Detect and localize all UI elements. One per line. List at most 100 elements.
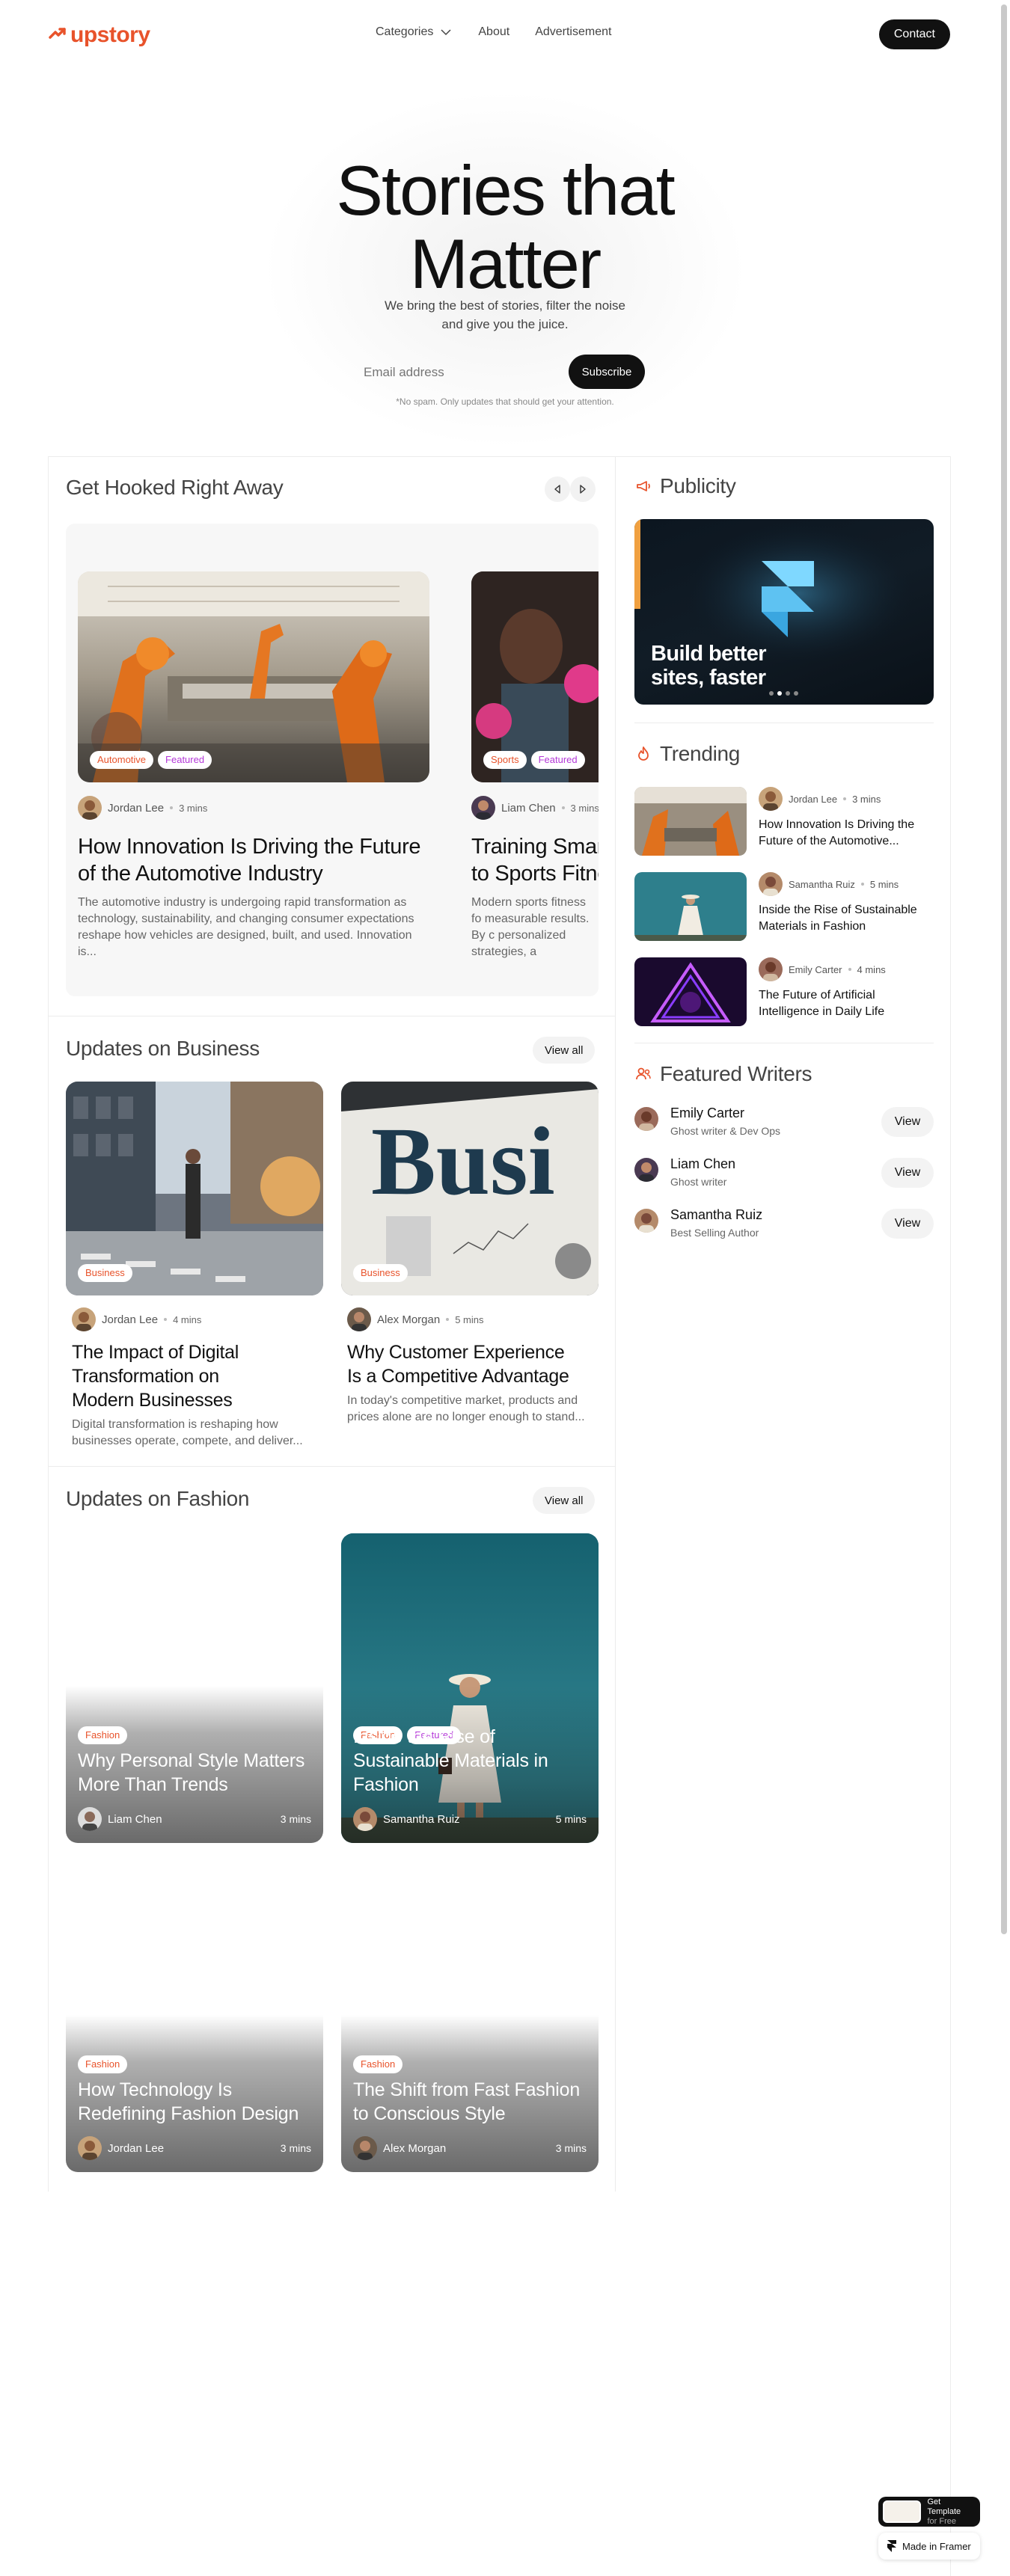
author-name[interactable]: Jordan Lee	[789, 794, 837, 805]
avatar	[353, 1807, 377, 1831]
section-divider	[48, 1466, 616, 1467]
get-template-label: Get Template	[927, 2497, 961, 2516]
carousel-next-button[interactable]	[570, 476, 596, 502]
avatar	[78, 2136, 102, 2160]
trending-item[interactable]: Emily Carter 4 mins The Future of Artifi…	[634, 957, 934, 1026]
author-name[interactable]: Jordan Lee	[108, 2142, 164, 2155]
logo-icon	[49, 28, 66, 39]
arrow-right-icon	[580, 485, 586, 494]
template-thumbnail	[883, 2500, 922, 2523]
avatar	[353, 2136, 377, 2160]
framer-icon	[887, 2540, 896, 2552]
nav-item-categories[interactable]: Categories	[376, 25, 453, 39]
view-writer-button[interactable]: View	[881, 1107, 934, 1137]
writer-row[interactable]: Liam Chen Ghost writer View	[634, 1156, 934, 1194]
subscribe-button[interactable]: Subscribe	[569, 355, 645, 389]
author-name[interactable]: Jordan Lee	[102, 1313, 158, 1326]
card-meta: Jordan Lee 3 mins	[78, 796, 207, 820]
writer-row[interactable]: Samantha Ruiz Best Selling Author View	[634, 1207, 934, 1245]
card-excerpt: Digital transformation is reshaping how …	[72, 1418, 303, 1447]
trending-title[interactable]: How Innovation Is Driving the Future of …	[759, 817, 934, 850]
card-tags: Fashion	[78, 2055, 132, 2073]
tag-fashion[interactable]: Fashion	[78, 1726, 128, 1744]
tag-sports[interactable]: Sports	[483, 751, 527, 769]
nav-item-advertisement[interactable]: Advertisement	[535, 25, 611, 39]
framer-promo-banner[interactable]: Build better sites, faster	[634, 519, 934, 705]
avatar	[634, 1107, 658, 1131]
view-writer-button[interactable]: View	[881, 1209, 934, 1239]
avatar	[759, 957, 783, 981]
chevron-down-icon	[441, 29, 451, 36]
tag-featured[interactable]: Featured	[158, 751, 212, 769]
card-title[interactable]: The Shift from Fast Fashion to Conscious…	[353, 2078, 585, 2126]
fashion-card[interactable]: Fashion Featured Inside the Rise of Susta…	[341, 1533, 599, 1843]
trending-item[interactable]: Jordan Lee 3 mins How Innovation Is Driv…	[634, 787, 934, 856]
author-name[interactable]: Emily Carter	[789, 964, 842, 975]
separator-dot	[164, 1318, 168, 1321]
tag-business[interactable]: Business	[78, 1264, 132, 1282]
card-title[interactable]: Why Personal Style Matters More Than Tre…	[78, 1749, 310, 1797]
fashion-section-title: Updates on Fashion	[66, 1487, 250, 1510]
separator-dot	[170, 806, 174, 809]
nav-item-about[interactable]: About	[478, 25, 509, 39]
sidebar-frame	[616, 456, 951, 2576]
carousel-dot[interactable]	[769, 691, 774, 696]
card-title[interactable]: The Impact of Digital Transformation on …	[72, 1340, 266, 1412]
made-in-framer-button[interactable]: Made in Framer	[878, 2533, 980, 2560]
contact-button[interactable]: Contact	[878, 19, 950, 49]
author-name[interactable]: Alex Morgan	[383, 2142, 446, 2155]
writer-name[interactable]: Emily Carter	[670, 1105, 744, 1121]
author-name[interactable]: Liam Chen	[108, 1813, 162, 1826]
author-name[interactable]: Jordan Lee	[108, 802, 164, 815]
writer-row[interactable]: Emily Carter Ghost writer & Dev Ops View	[634, 1105, 934, 1143]
writer-name[interactable]: Samantha Ruiz	[670, 1207, 762, 1223]
card-excerpt: The automotive industry is undergoing ra…	[78, 896, 414, 958]
carousel-prev-button[interactable]	[545, 476, 570, 502]
fashion-card[interactable]: Fashion Why Personal Style Matters More …	[66, 1533, 323, 1843]
avatar	[634, 1158, 658, 1182]
view-writer-button[interactable]: View	[881, 1158, 934, 1188]
publicity-title: Publicity	[660, 474, 736, 497]
carousel-dot[interactable]	[786, 691, 790, 696]
author-name[interactable]: Samantha Ruiz	[789, 879, 855, 890]
fashion-card[interactable]: Fashion How Technology Is Redefining Fas…	[66, 1862, 323, 2172]
carousel-dots[interactable]	[769, 691, 798, 696]
tag-automotive[interactable]: Automotive	[90, 751, 154, 769]
tag-fashion[interactable]: Fashion	[78, 2055, 128, 2073]
hero-subtitle: We bring the best of stories, filter the…	[385, 298, 625, 331]
get-template-button[interactable]: Get Template for Free	[878, 2497, 980, 2527]
page-scrollbar[interactable]	[1001, 4, 1007, 1934]
writer-name[interactable]: Liam Chen	[670, 1156, 735, 1172]
card-title[interactable]: How Innovation Is Driving the Future of …	[78, 833, 429, 887]
logo[interactable]: upstory	[48, 22, 150, 48]
business-view-all-button[interactable]: View all	[533, 1037, 596, 1064]
fashion-view-all-button[interactable]: View all	[533, 1487, 596, 1514]
author-name[interactable]: Liam Chen	[501, 802, 556, 815]
card-title[interactable]: Training Smart to Sports Fitne	[471, 833, 599, 887]
trending-title[interactable]: Inside the Rise of Sustainable Materials…	[759, 902, 934, 935]
card-tags: Sports Featured	[483, 751, 590, 769]
read-time: 5 mins	[869, 878, 899, 890]
fashion-card[interactable]: Fashion The Shift from Fast Fashion to C…	[341, 1862, 599, 2172]
card-tags: Fashion	[353, 2055, 407, 2073]
carousel-dot[interactable]	[794, 691, 798, 696]
author-name[interactable]: Samantha Ruiz	[383, 1813, 460, 1826]
card-title[interactable]: Inside the Rise of Sustainable Materials…	[353, 1725, 585, 1797]
trending-title[interactable]: The Future of Artificial Intelligence in…	[759, 987, 934, 1020]
tag-business[interactable]: Business	[353, 1264, 408, 1282]
tag-featured[interactable]: Featured	[530, 751, 585, 769]
card-title[interactable]: Why Customer Experience Is a Competitive…	[347, 1340, 579, 1388]
trending-item[interactable]: Samantha Ruiz 5 mins Inside the Rise of …	[634, 872, 934, 941]
writer-role: Ghost writer	[670, 1176, 727, 1188]
card-title[interactable]: How Technology Is Redefining Fashion Des…	[78, 2078, 310, 2126]
carousel-dot[interactable]	[777, 691, 782, 696]
tag-fashion[interactable]: Fashion	[353, 2055, 403, 2073]
nav-categories-label: Categories	[376, 25, 434, 38]
trending-meta: Jordan Lee 3 mins	[759, 787, 881, 811]
publicity-heading: Publicity	[634, 474, 736, 498]
avatar	[72, 1307, 96, 1331]
hooked-carousel[interactable]: Automotive Featured Jordan Lee 3 mins How…	[66, 524, 599, 996]
framer-badge: Get Template for Free Made in Framer	[877, 2497, 982, 2561]
email-input[interactable]	[355, 356, 587, 389]
author-name[interactable]: Alex Morgan	[377, 1313, 440, 1326]
